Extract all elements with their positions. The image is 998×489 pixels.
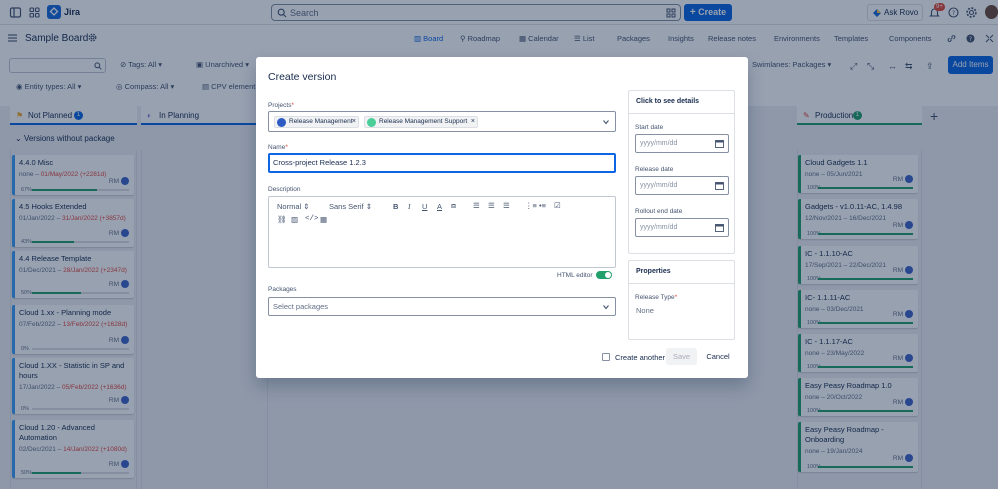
html-editor-label: HTML editor <box>557 272 593 279</box>
release-type-value[interactable]: None <box>636 306 654 315</box>
underline-icon[interactable]: U <box>422 202 427 211</box>
packages-select[interactable]: Select packages <box>268 297 616 316</box>
project-tag-release-management: Release Management × <box>274 116 359 128</box>
ordered-list-icon[interactable]: ⋮≡ <box>525 201 537 210</box>
release-date-label: Release date <box>635 166 674 173</box>
rollout-end-date-label: Rollout end date <box>635 208 683 215</box>
description-label: Description <box>268 186 301 193</box>
bold-icon[interactable]: B <box>393 202 398 211</box>
release-date-input[interactable]: yyyy/mm/dd <box>635 176 729 195</box>
remove-tag-icon[interactable]: × <box>471 117 475 127</box>
calendar-icon[interactable] <box>715 223 724 232</box>
divider <box>629 283 734 284</box>
release-type-label: Release Type* <box>635 294 678 301</box>
details-panel: Click to see details Start date yyyy/mm/… <box>628 90 735 254</box>
create-another-label[interactable]: Create another <box>615 353 665 362</box>
start-date-label: Start date <box>635 124 664 131</box>
text-color-icon[interactable]: A <box>437 202 442 211</box>
date-placeholder: yyyy/mm/dd <box>640 140 678 147</box>
properties-panel: Properties Release Type* None <box>628 260 735 340</box>
checklist-icon[interactable]: ☑ <box>554 201 561 210</box>
dialog-title: Create version <box>268 71 337 83</box>
details-title[interactable]: Click to see details <box>636 98 699 105</box>
project-icon <box>277 118 286 127</box>
packages-placeholder: Select packages <box>273 302 329 311</box>
name-label: Name* <box>268 144 288 151</box>
cancel-button[interactable]: Cancel <box>702 348 734 365</box>
date-placeholder: yyyy/mm/dd <box>640 182 678 189</box>
bullet-list-icon[interactable]: •≡ <box>539 201 546 210</box>
properties-title: Properties <box>636 268 671 275</box>
remove-tag-icon[interactable]: × <box>352 117 356 127</box>
align-left-icon[interactable]: ☰ <box>473 201 480 210</box>
highlight-icon[interactable]: ⧈ <box>451 201 456 211</box>
code-icon[interactable]: </> <box>305 215 319 223</box>
save-button[interactable]: Save <box>666 348 697 365</box>
project-icon <box>367 118 376 127</box>
italic-icon[interactable]: I <box>408 202 411 211</box>
start-date-input[interactable]: yyyy/mm/dd <box>635 134 729 153</box>
projects-select[interactable]: Release Management × Release Management … <box>268 111 616 132</box>
packages-label: Packages <box>268 286 297 293</box>
table-icon[interactable]: ▦ <box>320 215 327 224</box>
description-editor[interactable]: Normal ⇕ Sans Serif ⇕ B I U A ⧈ ☰ ☰ ☰ ⋮≡… <box>268 196 616 268</box>
rollout-end-date-input[interactable]: yyyy/mm/dd <box>635 218 729 237</box>
name-input[interactable]: Cross-project Release 1.2.3 <box>268 153 616 173</box>
font-select[interactable]: Sans Serif ⇕ <box>329 202 372 211</box>
date-placeholder: yyyy/mm/dd <box>640 224 678 231</box>
projects-label: Projects* <box>268 102 295 109</box>
calendar-icon[interactable] <box>715 139 724 148</box>
create-another-checkbox[interactable] <box>602 353 610 361</box>
chevron-down-icon[interactable] <box>603 119 609 125</box>
align-right-icon[interactable]: ☰ <box>503 201 510 210</box>
html-editor-toggle[interactable] <box>596 271 612 279</box>
align-center-icon[interactable]: ☰ <box>488 201 495 210</box>
calendar-icon[interactable] <box>715 181 724 190</box>
project-tag-release-management-support: Release Management Support × <box>364 116 478 128</box>
format-select[interactable]: Normal ⇕ <box>277 202 310 211</box>
divider <box>629 113 734 114</box>
image-icon[interactable]: ▨ <box>291 215 298 224</box>
create-version-dialog: Create version Projects* Release Managem… <box>256 57 748 378</box>
chevron-down-icon <box>603 304 609 310</box>
toggle-knob <box>605 272 611 278</box>
link-icon[interactable]: ⛓ <box>277 215 287 224</box>
